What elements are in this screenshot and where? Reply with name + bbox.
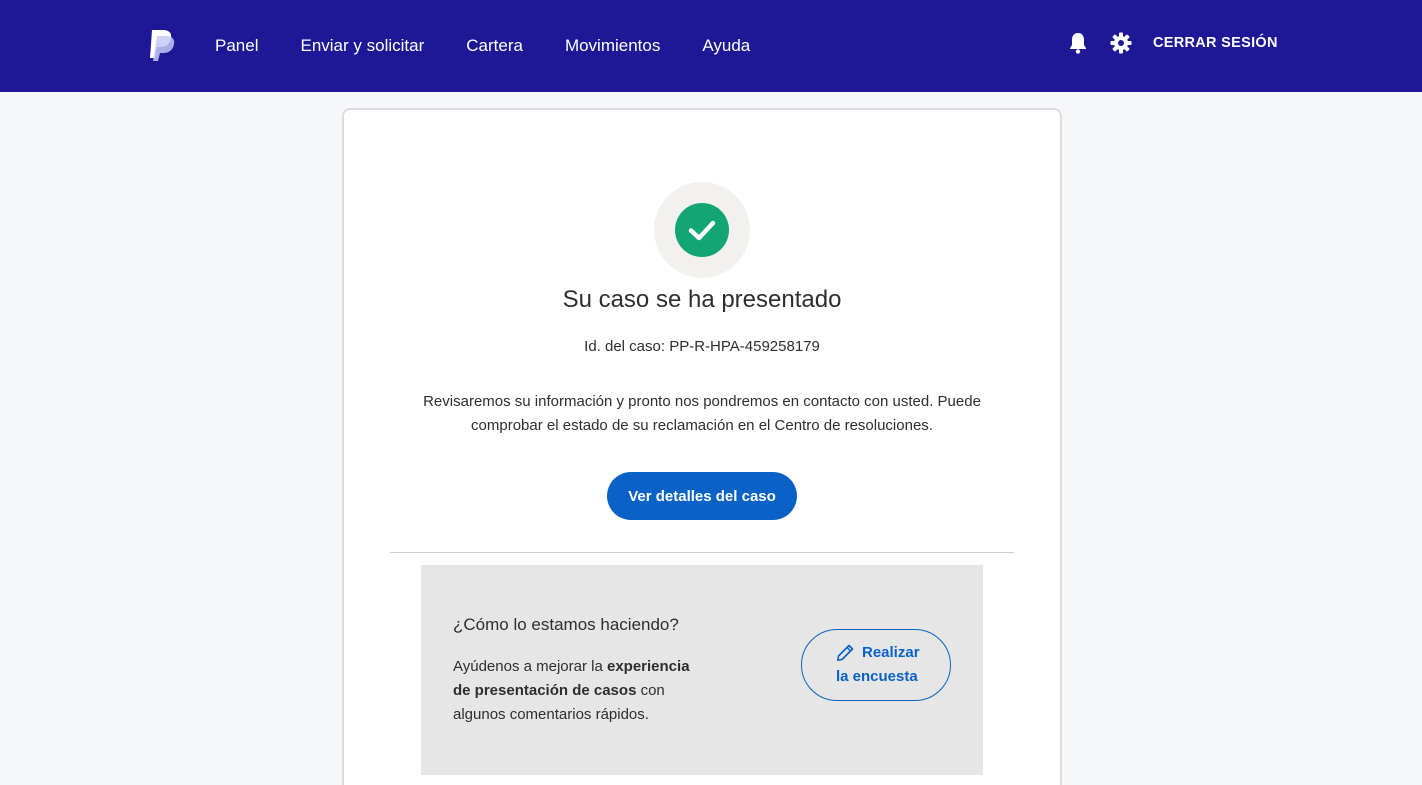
confirmation-description: Revisaremos su información y pronto nos …: [423, 393, 981, 434]
success-badge: [654, 182, 750, 278]
survey-title: ¿Cómo lo estamos haciendo?: [453, 615, 679, 634]
survey-button-label-line2: la encuesta: [836, 668, 918, 685]
nav-wallet[interactable]: Cartera: [466, 36, 523, 56]
check-icon: [675, 203, 729, 257]
bell-icon[interactable]: [1067, 31, 1089, 55]
nav-panel[interactable]: Panel: [215, 36, 258, 56]
nav-send-request[interactable]: Enviar y solicitar: [300, 36, 424, 56]
survey-text-start: Ayúdenos a mejorar la: [453, 658, 607, 675]
pencil-icon: [837, 644, 854, 661]
view-case-details-button[interactable]: Ver detalles del caso: [607, 472, 797, 520]
case-id: Id. del caso: PP-R-HPA-459258179: [584, 338, 820, 355]
paypal-logo[interactable]: [148, 28, 176, 62]
survey-text: Ayúdenos a mejorar la experiencia de pre…: [453, 655, 693, 727]
page-title: Su caso se ha presentado: [562, 286, 842, 313]
confirmation-card: Su caso se ha presentado Id. del caso: P…: [342, 108, 1062, 785]
logout-link[interactable]: CERRAR SESIÓN: [1153, 35, 1278, 51]
top-navigation-bar: Panel Enviar y solicitar Cartera Movimie…: [0, 0, 1422, 92]
nav-help[interactable]: Ayuda: [702, 36, 750, 56]
take-survey-button[interactable]: Realizar la encuesta: [801, 629, 951, 701]
survey-button-label-line1: Realizar: [862, 644, 920, 661]
divider: [390, 552, 1014, 553]
main-nav: Panel Enviar y solicitar Cartera Movimie…: [215, 0, 750, 92]
survey-panel: ¿Cómo lo estamos haciendo? Ayúdenos a me…: [421, 565, 983, 775]
nav-activity[interactable]: Movimientos: [565, 36, 660, 56]
gear-icon[interactable]: [1110, 32, 1132, 54]
